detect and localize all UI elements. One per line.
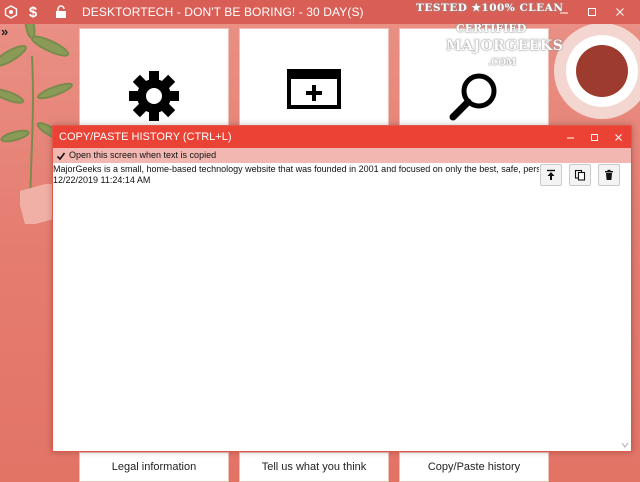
delete-entry-button[interactable] — [598, 164, 620, 186]
maximize-icon — [590, 133, 598, 141]
pin-top-icon — [547, 169, 555, 180]
close-button[interactable] — [606, 0, 634, 24]
add-window-tile[interactable] — [239, 28, 389, 138]
open-on-copy-checkbox[interactable] — [55, 150, 66, 161]
unlock-icon[interactable] — [52, 3, 70, 21]
minimize-icon — [566, 137, 574, 138]
open-on-copy-option: Open this screen when text is copied — [53, 148, 631, 163]
minimize-icon — [560, 12, 568, 14]
expand-chevron-icon[interactable]: » — [1, 24, 8, 39]
dialog-maximize-button[interactable] — [583, 126, 605, 148]
copy-entry-button[interactable] — [569, 164, 591, 186]
dialog-close-button[interactable] — [607, 126, 629, 148]
trash-icon — [605, 169, 613, 180]
dollar-icon[interactable]: $ — [24, 3, 42, 21]
copy-paste-history-dialog: COPY/PASTE HISTORY (CTRL+L) Open this sc… — [52, 125, 632, 452]
history-entry[interactable]: MajorGeeks is a small, home-based techno… — [53, 164, 539, 186]
close-icon — [614, 133, 622, 141]
feedback-button[interactable]: Tell us what you think — [239, 452, 389, 482]
settings-hex-icon[interactable] — [2, 3, 20, 21]
pin-to-top-button[interactable] — [540, 164, 562, 186]
window-title: DESKTORTECH - DON'T BE BORING! - 30 DAY(… — [82, 5, 364, 19]
history-entry-text: MajorGeeks is a small, home-based techno… — [53, 164, 539, 174]
search-tile[interactable] — [399, 28, 549, 138]
magnifier-icon — [449, 73, 497, 121]
dialog-minimize-button[interactable] — [559, 126, 581, 148]
close-icon — [616, 8, 624, 16]
dialog-title: COPY/PASTE HISTORY (CTRL+L) — [59, 131, 232, 143]
settings-tile[interactable] — [79, 28, 229, 138]
gear-icon — [129, 71, 179, 121]
minimize-button[interactable] — [550, 0, 578, 24]
copy-paste-history-button[interactable]: Copy/Paste history — [399, 452, 549, 482]
coffee-cup-decoration — [554, 24, 640, 119]
maximize-icon — [588, 8, 596, 16]
scroll-down-icon[interactable] — [621, 441, 629, 449]
add-window-icon — [287, 69, 341, 109]
history-entry-timestamp: 12/22/2019 11:24:14 AM — [53, 175, 151, 185]
legal-information-button[interactable]: Legal information — [79, 452, 229, 482]
open-on-copy-label: Open this screen when text is copied — [69, 150, 217, 160]
maximize-button[interactable] — [578, 0, 606, 24]
checkmark-icon — [56, 152, 65, 160]
copy-icon — [574, 169, 586, 181]
dialog-titlebar: COPY/PASTE HISTORY (CTRL+L) — [53, 126, 631, 148]
main-titlebar: $ DESKTORTECH - DON'T BE BORING! - 30 DA… — [0, 0, 640, 24]
